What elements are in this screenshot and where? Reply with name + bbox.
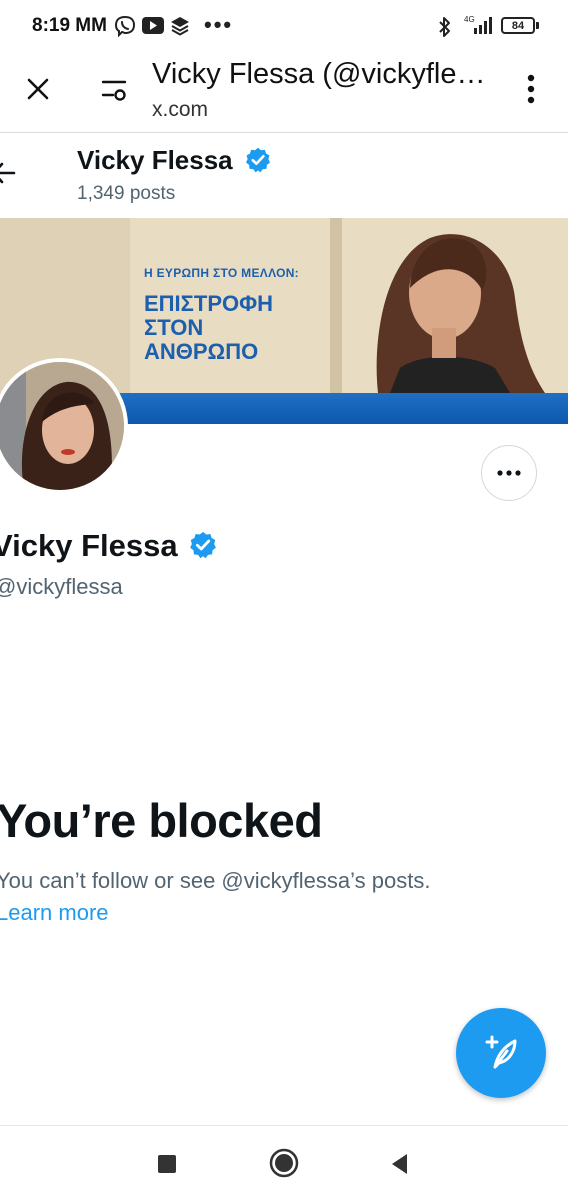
learn-more-link[interactable]: Learn more — [0, 900, 109, 926]
home-icon[interactable] — [269, 1148, 299, 1178]
back-arrow-icon[interactable] — [0, 160, 16, 186]
more-icon — [497, 470, 521, 476]
layers-icon — [171, 17, 189, 36]
status-time: 8:19 MM — [32, 15, 107, 36]
banner-headline: ΕΠΙΣΤΡΟΦΗ ΣΤΟΝ ΑΝΘΡΩΠΟ — [144, 292, 273, 364]
banner-headline-line-1: ΕΠΙΣΤΡΟΦΗ — [144, 291, 274, 316]
header-profile-name: Vicky Flessa — [77, 145, 272, 176]
viber-icon — [114, 15, 136, 37]
battery-icon: 84 — [501, 17, 535, 34]
blocked-message: You can’t follow or see @vickyflessa’s p… — [0, 868, 431, 893]
verified-badge-icon[interactable] — [188, 530, 218, 560]
avatar[interactable] — [0, 362, 124, 490]
status-bar: 8:19 MM ••• 4G 84 — [0, 0, 568, 52]
blocked-title: You’re blocked — [0, 794, 323, 847]
profile-name-text: Vicky Flessa — [0, 528, 178, 563]
recent-apps-icon[interactable] — [158, 1155, 176, 1173]
more-options-button[interactable] — [481, 445, 537, 501]
browser-toolbar: Vicky Flessa (@vickyflessa) / X x.com — [0, 52, 568, 133]
signal-icon: 4G — [464, 15, 492, 34]
banner-headline-line-2: ΣΤΟΝ — [144, 315, 204, 340]
avatar-image — [0, 362, 124, 490]
post-count: 1,349 posts — [77, 183, 176, 204]
profile-handle: @vickyflessa — [0, 574, 123, 599]
header-name-text: Vicky Flessa — [77, 145, 233, 175]
profile-name: Vicky Flessa — [0, 528, 218, 564]
system-navigation-bar — [0, 1125, 568, 1201]
svg-text:4G: 4G — [464, 15, 475, 24]
banner-tagline: Η ΕΥΡΩΠΗ ΣΤΟ ΜΕΛΛΟΝ: — [144, 266, 299, 280]
banner-headline-line-3: ΑΝΘΡΩΠΟ — [144, 339, 259, 364]
page-title: Vicky Flessa (@vickyflessa) / X — [152, 58, 497, 90]
kebab-menu-icon[interactable] — [526, 74, 536, 104]
compose-post-button[interactable] — [456, 1008, 546, 1098]
back-icon[interactable] — [390, 1153, 408, 1175]
page-url[interactable]: x.com — [152, 98, 208, 122]
site-settings-icon[interactable] — [100, 76, 128, 102]
more-notifications-icon: ••• — [204, 12, 234, 37]
bluetooth-icon — [439, 17, 450, 37]
battery-level: 84 — [511, 19, 525, 32]
battery-tip — [536, 22, 539, 29]
youtube-icon — [142, 17, 164, 34]
close-icon[interactable] — [26, 77, 50, 101]
verified-badge-icon[interactable] — [244, 146, 272, 174]
compose-post-icon — [485, 1035, 517, 1069]
